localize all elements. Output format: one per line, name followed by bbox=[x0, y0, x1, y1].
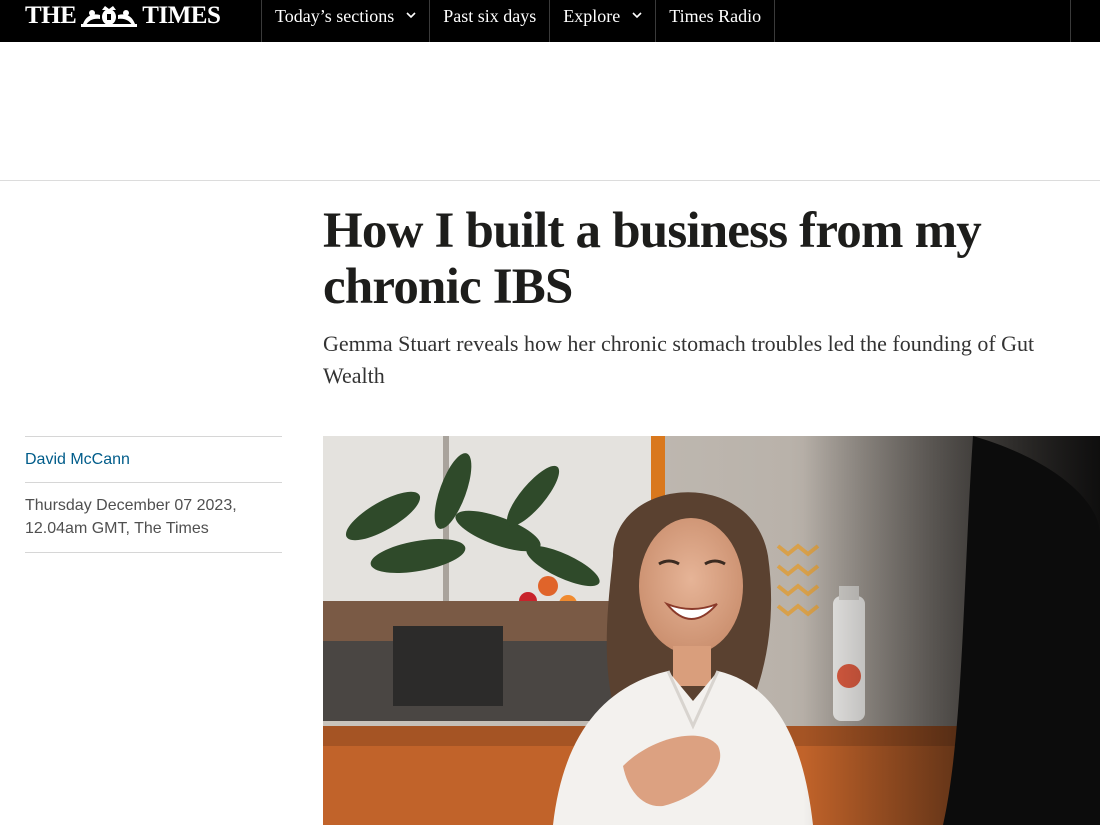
nav-divider bbox=[1070, 0, 1071, 42]
nav-times-radio-label: Times Radio bbox=[669, 6, 762, 26]
ad-slot bbox=[0, 42, 1100, 180]
main-nav: Today’s sections Past six days Explore T… bbox=[261, 0, 776, 42]
author-link[interactable]: David McCann bbox=[25, 437, 282, 482]
byline-bottom-rule bbox=[25, 552, 282, 553]
date-line-2: 12.04am GMT, The Times bbox=[25, 520, 209, 537]
nav-explore[interactable]: Explore bbox=[549, 0, 655, 42]
the-times-logo[interactable]: THE TIMES bbox=[25, 1, 221, 31]
nav-todays-sections[interactable]: Today’s sections bbox=[261, 0, 429, 42]
top-navigation-bar: THE TIMES Today’s sections Past six days… bbox=[0, 0, 1100, 42]
nav-past-six-days-label: Past six days bbox=[443, 6, 537, 26]
headline-line-1: How I built a business from my bbox=[323, 203, 982, 259]
lead-photo bbox=[323, 436, 1100, 825]
byline: David McCann Thursday December 07 2023, … bbox=[25, 436, 282, 553]
nav-todays-sections-label: Today’s sections bbox=[275, 6, 395, 26]
article-standfirst: Gemma Stuart reveals how her chronic sto… bbox=[323, 328, 1100, 392]
article-headline: How I built a business from my chronic I… bbox=[323, 203, 1083, 315]
standfirst-line-2: Wealth bbox=[323, 363, 385, 388]
chevron-down-icon bbox=[632, 12, 642, 19]
publish-date: Thursday December 07 2023, 12.04am GMT, … bbox=[25, 483, 282, 552]
headline-line-2: chronic IBS bbox=[323, 259, 573, 315]
chevron-down-icon bbox=[406, 12, 416, 19]
royal-crest-icon bbox=[78, 4, 140, 28]
nav-explore-label: Explore bbox=[563, 6, 621, 26]
nav-past-six-days[interactable]: Past six days bbox=[429, 0, 549, 42]
logo-text-times: TIMES bbox=[142, 2, 221, 29]
standfirst-line-1: Gemma Stuart reveals how her chronic sto… bbox=[323, 331, 1035, 356]
nav-times-radio[interactable]: Times Radio bbox=[655, 0, 776, 42]
logo-text-the: THE bbox=[25, 2, 77, 29]
header-divider bbox=[0, 180, 1100, 181]
date-line-1: Thursday December 07 2023, bbox=[25, 497, 237, 514]
